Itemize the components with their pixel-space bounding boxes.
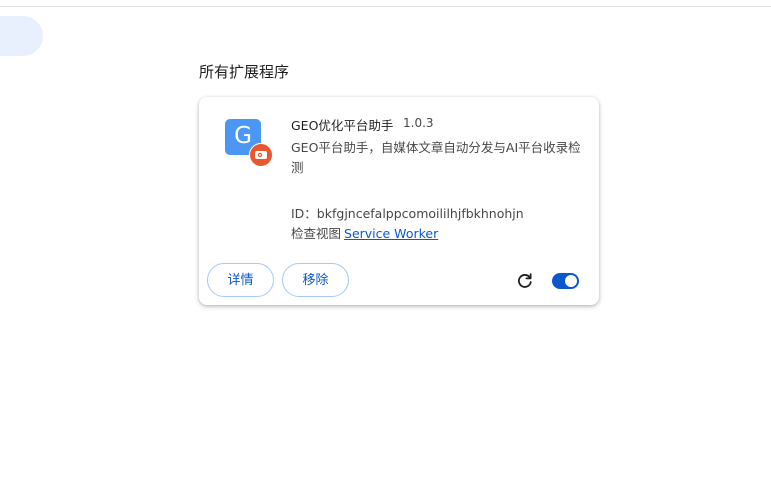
service-worker-link[interactable]: Service Worker — [344, 226, 438, 241]
extension-card: G GEO优化平台助手 1.0.3 GEO平台助手，自媒体文章自动分发与AI平台… — [199, 97, 599, 305]
enable-toggle[interactable] — [552, 273, 579, 289]
extension-version: 1.0.3 — [403, 116, 434, 130]
extension-description: GEO平台助手，自媒体文章自动分发与AI平台收录检测 — [291, 140, 581, 175]
extension-name: GEO优化平台助手 — [291, 118, 394, 133]
top-divider — [0, 6, 771, 7]
section-title: 所有扩展程序 — [199, 63, 290, 81]
sidebar-active-item[interactable] — [0, 16, 43, 56]
reload-icon[interactable] — [515, 271, 535, 291]
toggle-knob — [565, 275, 577, 287]
details-button[interactable]: 详情 — [207, 263, 274, 297]
inspect-views-label: 检查视图 — [291, 226, 342, 241]
remove-button[interactable]: 移除 — [282, 263, 349, 297]
extension-id: ID：bkfgjncefalppcomoililhjfbkhnohjn — [291, 206, 524, 221]
inspect-views: 检查视图 Service Worker — [291, 223, 438, 242]
camera-badge-icon — [249, 143, 273, 167]
